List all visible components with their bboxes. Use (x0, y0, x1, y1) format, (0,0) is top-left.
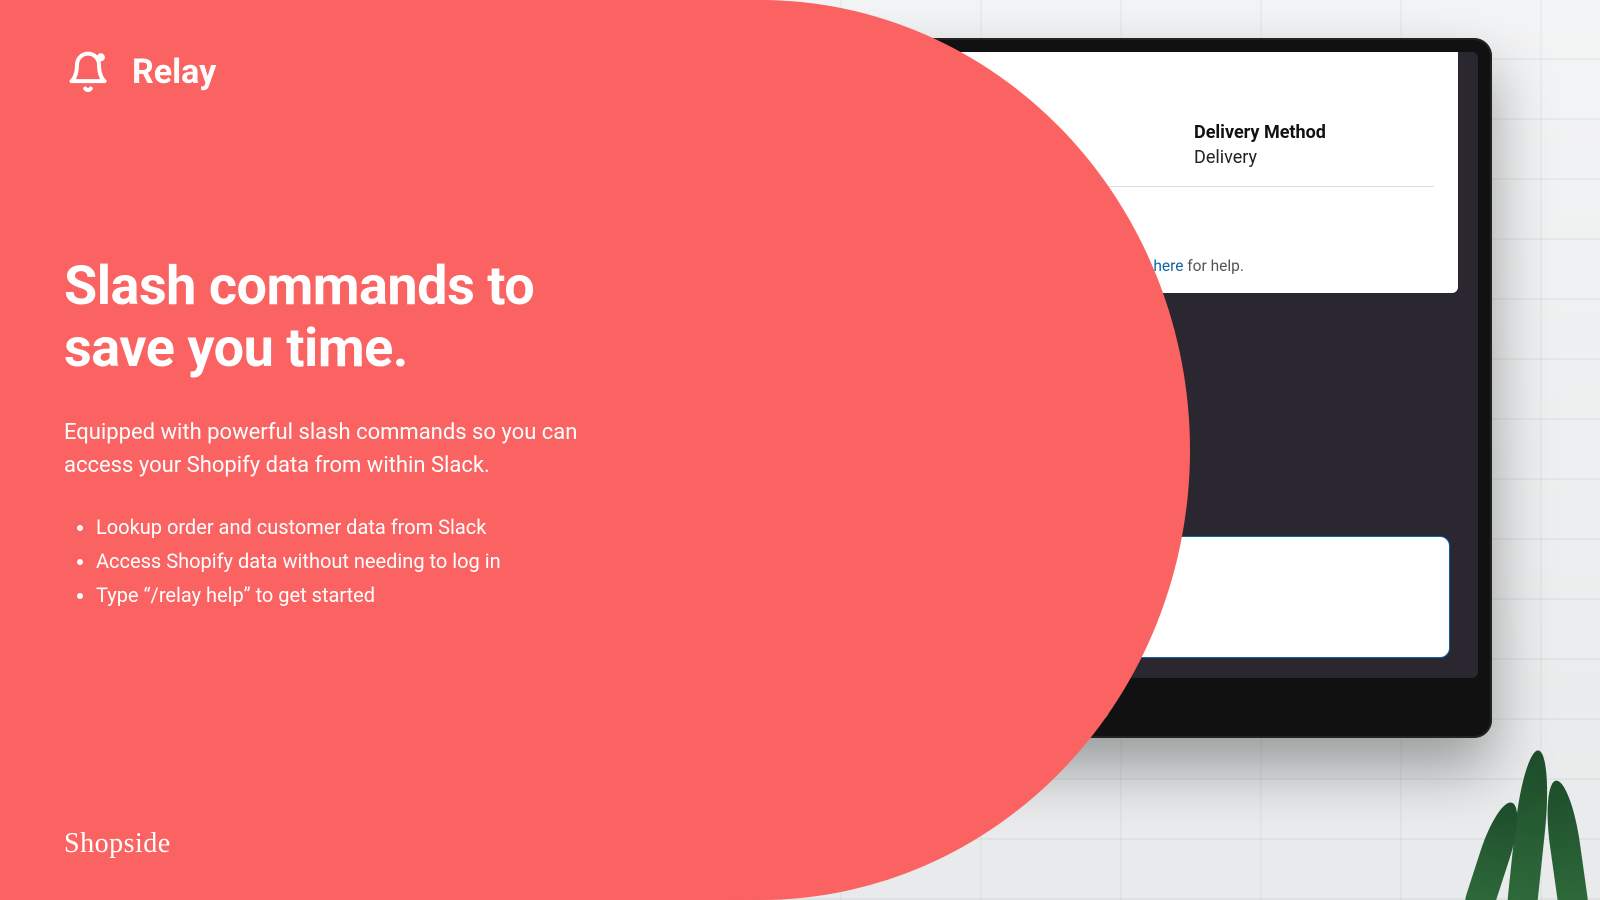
footnote-text: for help. (1183, 257, 1244, 275)
company-wordmark: Shopside (64, 828, 171, 860)
bullet-item: Type “/relay help” to get started (96, 578, 700, 612)
relay-bell-icon (64, 48, 112, 96)
hero-bullets: Lookup order and customer data from Slac… (64, 510, 700, 612)
brand-name: Relay (132, 52, 216, 92)
delivery-method-value: Delivery (1194, 147, 1434, 168)
brand-lockup: Relay (64, 48, 700, 96)
help-link[interactable]: here (1153, 257, 1183, 275)
bullet-item: Lookup order and customer data from Slac… (96, 510, 700, 544)
hero-headline: Slash commands to save you time. (64, 256, 624, 380)
hero-panel: Relay Slash commands to save you time. E… (0, 0, 760, 900)
bullet-item: Access Shopify data without needing to l… (96, 544, 700, 578)
delivery-method-label: Delivery Method (1194, 122, 1434, 143)
hero-subhead: Equipped with powerful slash commands so… (64, 416, 604, 482)
